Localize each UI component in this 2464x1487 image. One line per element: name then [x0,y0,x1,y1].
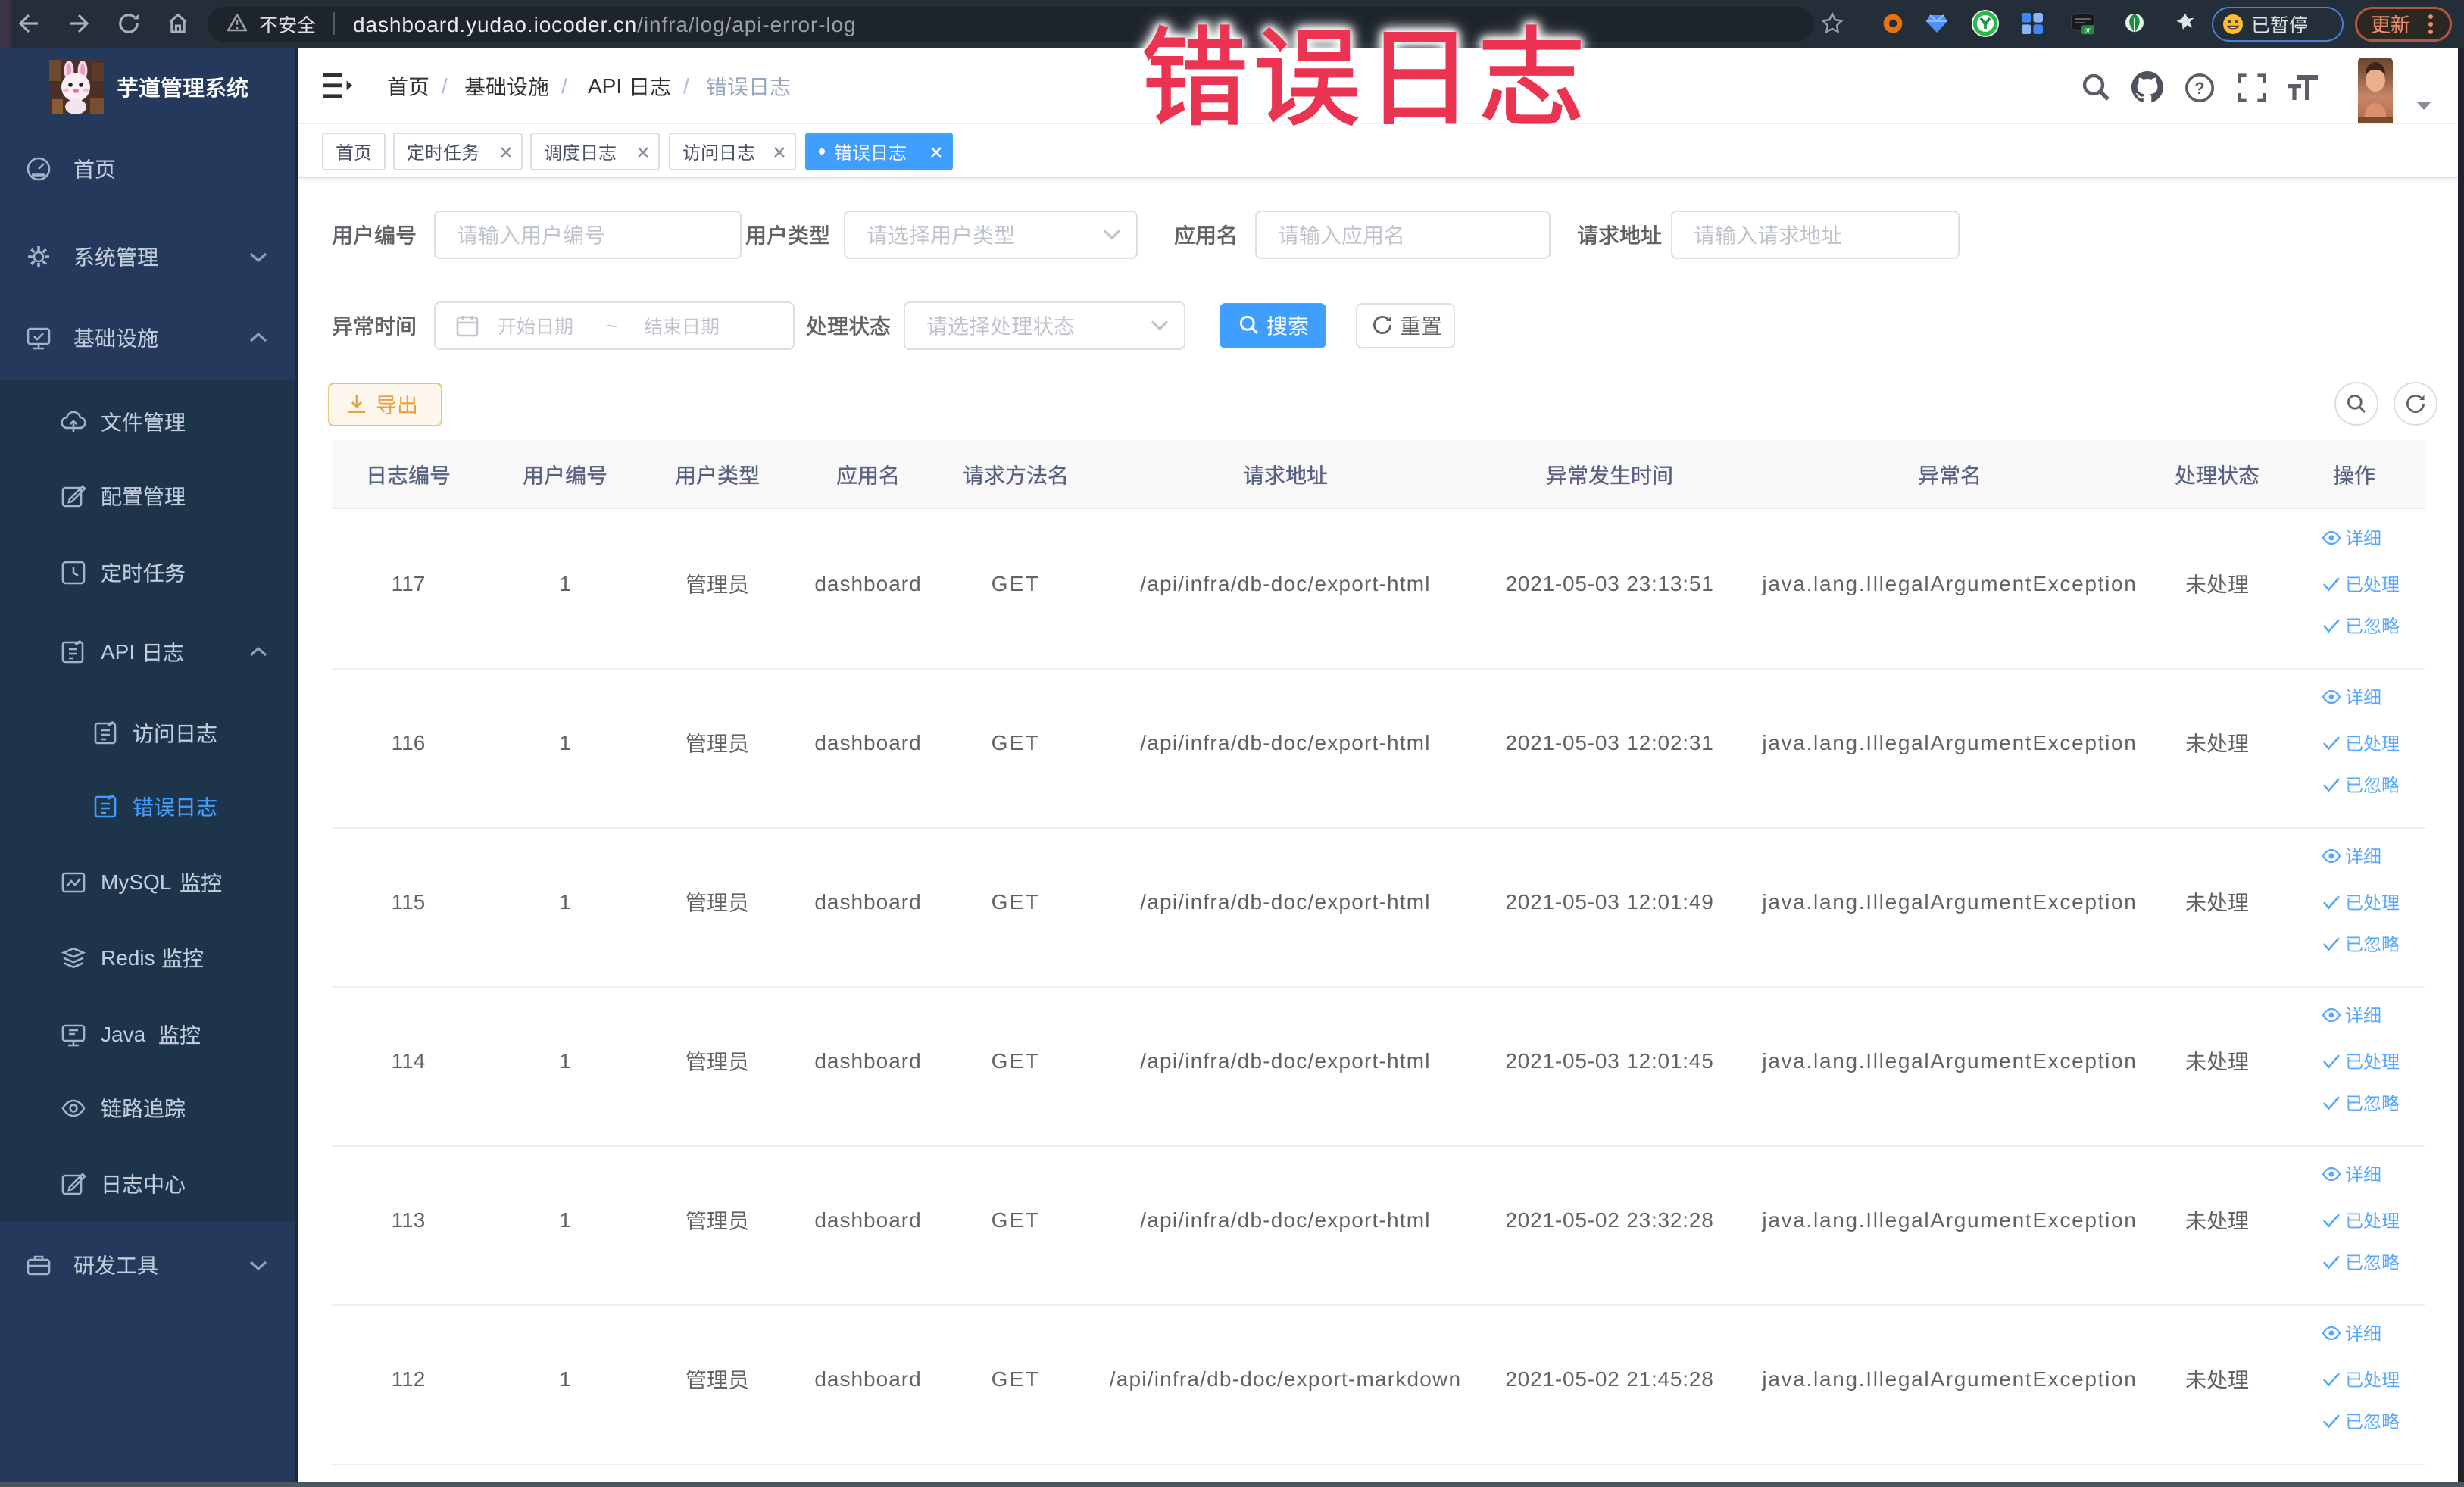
svg-text:on: on [2084,26,2091,33]
svg-text:?: ? [2194,79,2204,98]
